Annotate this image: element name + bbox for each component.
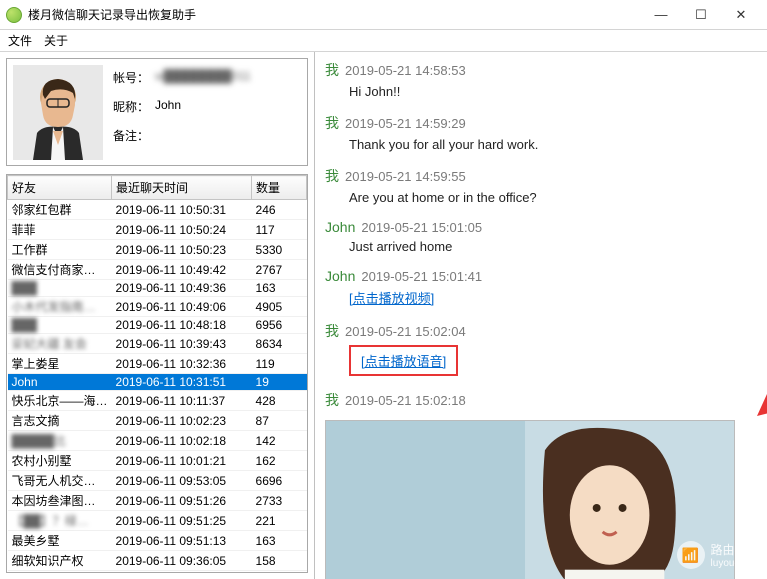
sender-name: 我 [325, 392, 339, 408]
table-row[interactable]: 飞哥无人机交…2019-06-11 09:53:056696 [8, 471, 307, 491]
message-text: Just arrived home [349, 239, 452, 254]
message-text: Thank you for all your hard work. [349, 137, 538, 152]
play-voice-link[interactable]: [点击播放语音] [361, 354, 446, 369]
play-video-link[interactable]: [点击播放视频] [349, 291, 434, 306]
table-row[interactable]: 快乐北京——海…2019-06-11 10:11:37428 [8, 391, 307, 411]
timestamp: 2019-05-21 15:01:05 [361, 220, 482, 235]
sender-name: John [325, 219, 355, 235]
timestamp: 2019-05-21 14:59:55 [345, 169, 466, 184]
watermark: 📶 路由器luyouqi.cc [677, 541, 755, 569]
sender-name: 我 [325, 62, 339, 78]
table-row[interactable]: 菲菲2019-06-11 10:50:24117 [8, 220, 307, 240]
router-icon: 📶 [677, 541, 705, 569]
col-friend[interactable]: 好友 [8, 176, 112, 200]
left-panel: 帐号：w████████011 昵称：John 备注： 好友 最近聊天时间 数量… [0, 52, 315, 579]
table-row[interactable]: 【██】？禄…2019-06-11 09:51:25221 [8, 511, 307, 531]
menu-file[interactable]: 文件 [8, 32, 32, 49]
chat-panel: 我 2019-05-21 14:58:53 Hi John!! 我 2019-05-21… [315, 52, 767, 579]
menubar: 文件 关于 [0, 30, 767, 52]
avatar [13, 65, 103, 160]
table-row[interactable]: 微信支付商家…2019-06-11 10:49:422767 [8, 260, 307, 280]
sender-name: 我 [325, 115, 339, 131]
table-row[interactable]: 工作群2019-06-11 10:50:235330 [8, 240, 307, 260]
table-row[interactable]: 掌上娄星2019-06-11 10:32:36119 [8, 354, 307, 374]
table-row[interactable]: 中国气象局2019-06-11 09:31:57327 [8, 571, 307, 573]
nick-value: John [155, 98, 181, 115]
menu-about[interactable]: 关于 [44, 32, 68, 49]
table-row[interactable]: 小木代发指南…2019-06-11 10:49:064905 [8, 297, 307, 317]
titlebar: 楼月微信聊天记录导出恢复助手 — ☐ ✕ [0, 0, 767, 30]
col-count[interactable]: 数量 [252, 176, 307, 200]
image-attachment[interactable] [325, 420, 735, 579]
message-text: Hi John!! [349, 84, 400, 99]
timestamp: 2019-05-21 15:02:04 [345, 324, 466, 339]
table-row[interactable]: 妥妃大疆 友会2019-06-11 10:39:438634 [8, 334, 307, 354]
table-row[interactable]: 农村小别墅2019-06-11 10:01:21162 [8, 451, 307, 471]
account-value: w████████011 [155, 69, 251, 86]
sender-name: John [325, 268, 355, 284]
remark-label: 备注： [113, 127, 155, 144]
sender-name: 我 [325, 168, 339, 184]
account-label: 帐号： [113, 69, 155, 86]
maximize-button[interactable]: ☐ [681, 0, 721, 30]
table-row[interactable]: ███2019-06-11 10:49:36163 [8, 280, 307, 297]
timestamp: 2019-05-21 15:01:41 [361, 269, 482, 284]
app-icon [6, 7, 22, 23]
message-text: Are you at home or in the office? [349, 190, 537, 205]
friends-table: 好友 最近聊天时间 数量 邻家红包群2019-06-11 10:50:31246… [6, 174, 308, 573]
table-row[interactable]: John2019-06-11 10:31:5119 [8, 374, 307, 391]
table-row[interactable]: 邻家红包群2019-06-11 10:50:31246 [8, 200, 307, 220]
table-row[interactable]: ███2019-06-11 10:48:186956 [8, 317, 307, 334]
minimize-button[interactable]: — [641, 0, 681, 30]
window-title: 楼月微信聊天记录导出恢复助手 [28, 6, 641, 23]
timestamp: 2019-05-21 15:02:18 [345, 393, 466, 408]
timestamp: 2019-05-21 14:58:53 [345, 63, 466, 78]
profile-card: 帐号：w████████011 昵称：John 备注： [6, 58, 308, 166]
table-row[interactable]: 本因坊叁津图…2019-06-11 09:51:262733 [8, 491, 307, 511]
callout-arrow-icon [757, 358, 767, 418]
table-row[interactable]: 最美乡墅2019-06-11 09:51:13163 [8, 531, 307, 551]
table-row[interactable]: 细软知识产权2019-06-11 09:36:05158 [8, 551, 307, 571]
table-row[interactable]: 言志文摘2019-06-11 10:02:2387 [8, 411, 307, 431]
table-row[interactable]: █████比2019-06-11 10:02:18142 [8, 431, 307, 451]
sender-name: 我 [325, 323, 339, 339]
col-time[interactable]: 最近聊天时间 [112, 176, 252, 200]
timestamp: 2019-05-21 14:59:29 [345, 116, 466, 131]
close-button[interactable]: ✕ [721, 0, 761, 30]
nick-label: 昵称： [113, 98, 155, 115]
